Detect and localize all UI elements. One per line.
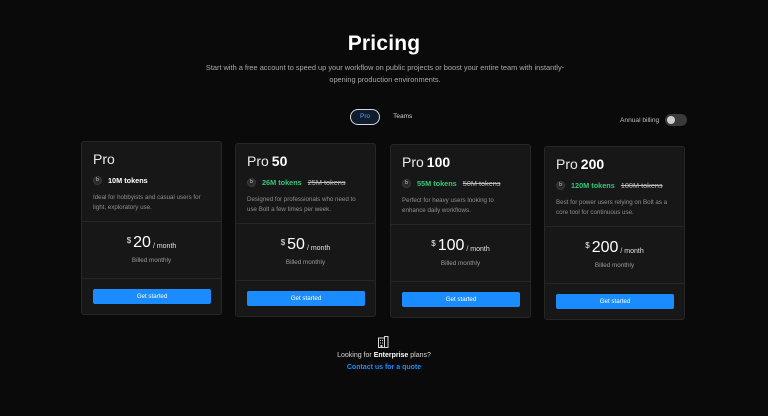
plan-name: Pro 50	[247, 153, 288, 169]
plan-price: $20/ month	[126, 234, 177, 251]
annual-billing-label: Annual billing	[620, 116, 660, 124]
get-started-button[interactable]: Get started	[402, 292, 520, 307]
billing-frequency: Billed monthly	[594, 262, 635, 269]
plan-tokens: b 26M tokens 25M tokens	[247, 176, 364, 188]
enterprise-prompt: Looking for Enterprise plans?	[337, 352, 431, 359]
page-subtitle: Start with a free account to speed up yo…	[205, 63, 565, 84]
price-block: $100/ month Billed monthly	[391, 224, 530, 281]
plan-card-pro: Pro b 10M tokens Ideal for hobbyists and…	[81, 141, 222, 315]
plan-header: Pro 100 b 55M tokens 50M tokens Perfect f…	[391, 145, 530, 224]
plan-price: $200/ month	[585, 239, 644, 256]
plan-header: Pro 50 b 26M tokens 25M tokens Designed f…	[236, 144, 375, 223]
plan-description: Best for power users relying on Bolt as …	[556, 199, 668, 216]
token-amount: 10M tokens	[108, 175, 148, 185]
annual-billing-switch[interactable]	[665, 114, 688, 126]
price-block: $20/ month Billed monthly	[82, 221, 221, 278]
price-block: $50/ month Billed monthly	[236, 223, 375, 280]
token-amount: 120M tokens	[571, 180, 615, 190]
plan-footer: Get started	[82, 278, 221, 315]
plan-description: Perfect for heavy users looking to enhan…	[402, 197, 494, 214]
old-token-amount: 100M tokens	[620, 180, 663, 190]
plan-name: Pro 100	[402, 154, 451, 170]
old-token-amount: 50M tokens	[462, 178, 501, 188]
pricing-page: Pricing Start with a free account to spe…	[0, 0, 768, 416]
token-amount: 55M tokens	[417, 178, 457, 188]
token-amount: 26M tokens	[262, 177, 302, 187]
page-title: Pricing	[347, 32, 421, 55]
get-started-button[interactable]: Get started	[247, 291, 365, 306]
plan-type-toggle: Pro Teams	[350, 109, 421, 125]
plan-description: Ideal for hobbyists and casual users for…	[93, 194, 201, 211]
billing-frequency: Billed monthly	[131, 257, 172, 264]
billing-frequency: Billed monthly	[285, 259, 326, 266]
plan-name: Pro 200	[556, 156, 605, 172]
bolt-icon: b	[556, 180, 565, 190]
plan-card-pro-50: Pro 50 b 26M tokens 25M tokens Designed f…	[235, 143, 376, 317]
building-icon	[378, 336, 389, 348]
plan-description: Designed for professionals who need to u…	[247, 196, 356, 213]
bolt-icon: b	[402, 178, 411, 188]
plan-header: Pro b 10M tokens Ideal for hobbyists and…	[82, 142, 221, 221]
plan-header: Pro 200 b 120M tokens 100M tokens Best fo…	[545, 147, 684, 226]
plan-tokens: b 55M tokens 50M tokens	[402, 177, 519, 189]
plan-price: $100/ month	[431, 237, 490, 254]
plan-price: $50/ month	[280, 236, 331, 253]
old-token-amount: 25M tokens	[307, 177, 346, 187]
tab-pro[interactable]: Pro	[350, 109, 381, 125]
plan-tokens: b 10M tokens	[93, 174, 210, 186]
plan-card-pro-200: Pro 200 b 120M tokens 100M tokens Best fo…	[544, 146, 685, 320]
billing-frequency: Billed monthly	[440, 260, 481, 267]
get-started-button[interactable]: Get started	[93, 289, 211, 304]
plan-card-pro-100: Pro 100 b 55M tokens 50M tokens Perfect f…	[390, 144, 531, 318]
annual-billing-control: Annual billing	[620, 114, 688, 126]
plan-footer: Get started	[391, 281, 530, 318]
bolt-icon: b	[247, 177, 256, 187]
price-block: $200/ month Billed monthly	[545, 226, 684, 283]
switch-knob	[667, 116, 676, 124]
contact-quote-link[interactable]: Contact us for a quote	[0, 364, 768, 371]
plan-name: Pro	[93, 151, 115, 167]
plan-footer: Get started	[236, 280, 375, 317]
get-started-button[interactable]: Get started	[556, 294, 674, 309]
tab-teams[interactable]: Teams	[384, 110, 421, 124]
plan-tokens: b 120M tokens 100M tokens	[556, 179, 673, 191]
plan-footer: Get started	[545, 283, 684, 320]
bolt-icon: b	[93, 175, 102, 185]
